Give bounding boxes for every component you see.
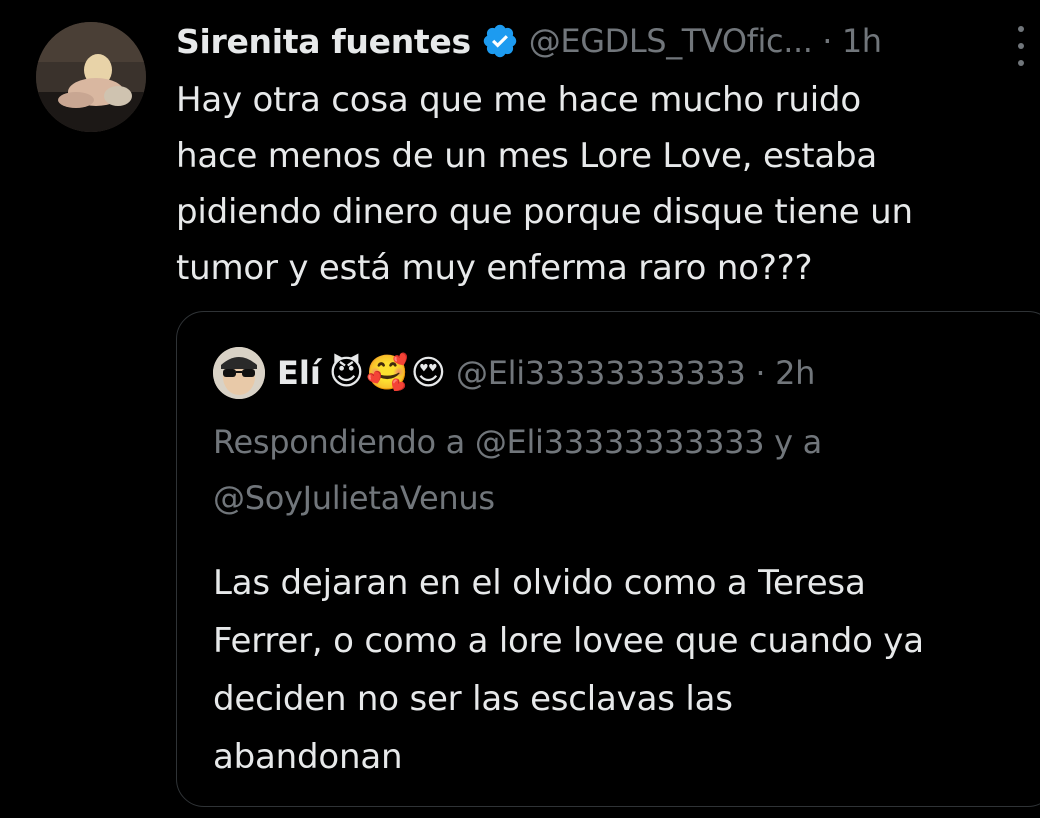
emoji-smiling-devil: 😈 [328, 353, 365, 393]
quoted-author-avatar[interactable] [213, 347, 265, 399]
replying-to[interactable]: Respondiendo a @Eli33333333333 y a @SoyJ… [213, 414, 1013, 526]
tweet-header: Sirenita fuentes @EGDLS_TVOfic... · 1h [176, 16, 882, 66]
more-vertical-icon[interactable] [1006, 26, 1036, 66]
emoji-smiling-hearts: 🥰 [366, 353, 409, 393]
quoted-tweet-header: Elí 😈 🥰 😍 @Eli33333333333 · 2h [213, 342, 815, 404]
quoted-tweet[interactable]: Elí 😈 🥰 😍 @Eli33333333333 · 2h Respondie… [176, 311, 1040, 807]
quoted-author-name[interactable]: Elí [277, 354, 321, 392]
author-handle-and-time[interactable]: @EGDLS_TVOfic... · 1h [529, 22, 882, 60]
avatar-photo [36, 22, 146, 132]
emoji-heart-eyes: 😍 [410, 353, 447, 393]
tweet-text: Hay otra cosa que me hace mucho ruido ha… [176, 80, 913, 288]
quoted-author-handle-and-time[interactable]: @Eli33333333333 · 2h [456, 354, 815, 392]
quoted-tweet-text: Las dejaran en el olvido como a Teresa F… [213, 563, 924, 777]
author-name[interactable]: Sirenita fuentes [176, 22, 471, 61]
tweet[interactable]: Sirenita fuentes @EGDLS_TVOfic... · 1h H… [0, 0, 1040, 818]
verified-badge-icon [481, 22, 519, 60]
author-avatar[interactable] [36, 22, 146, 132]
